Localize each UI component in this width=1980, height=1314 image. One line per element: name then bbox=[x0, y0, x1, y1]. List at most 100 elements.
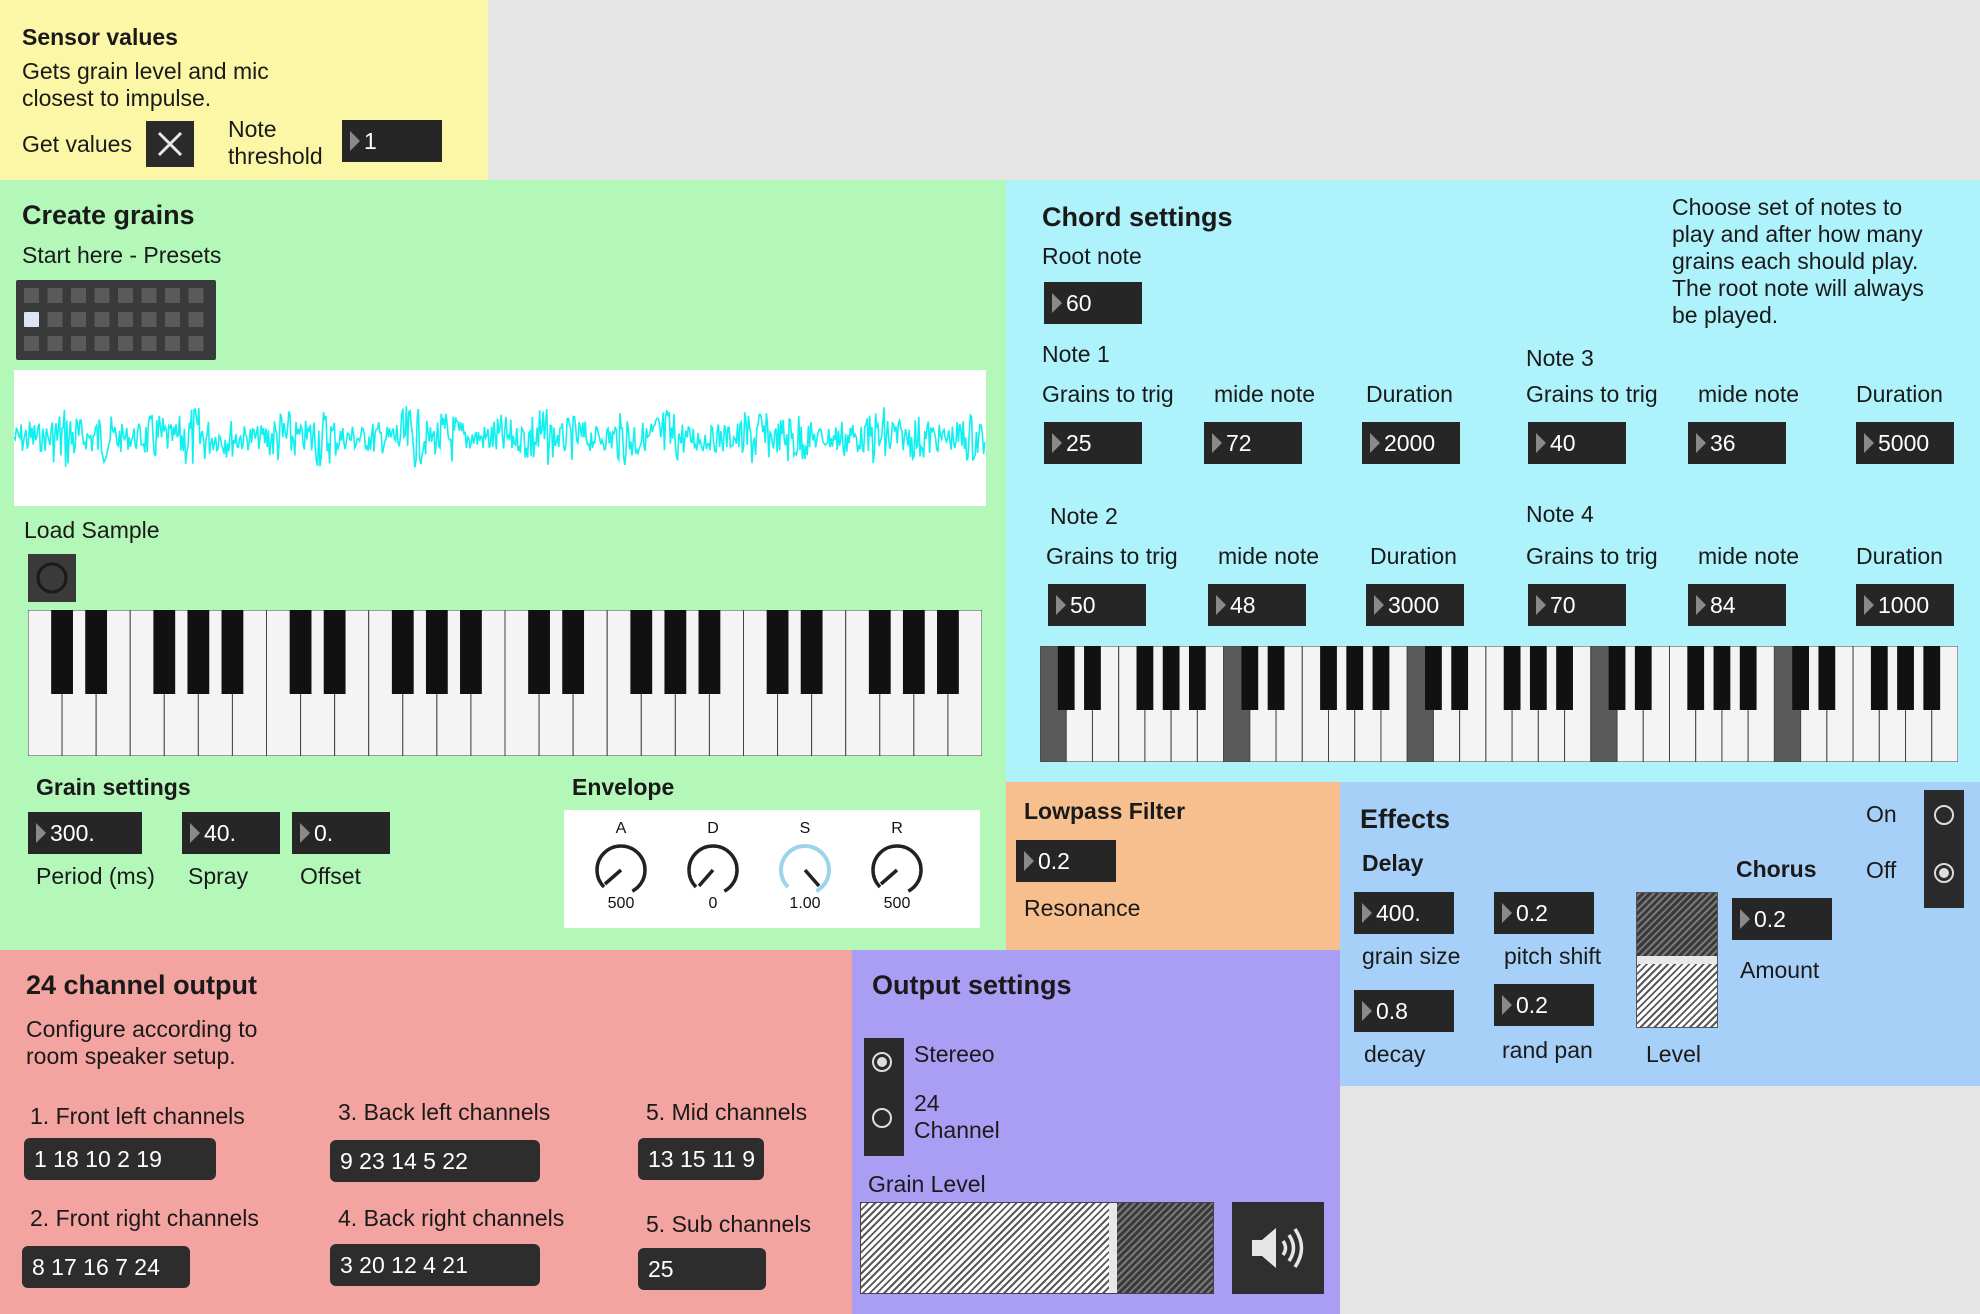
note1-duration-number[interactable]: 2000 bbox=[1362, 422, 1460, 464]
rand-pan-number[interactable]: 0.2 bbox=[1494, 984, 1594, 1026]
preset-slot[interactable] bbox=[118, 288, 133, 303]
black-key[interactable] bbox=[1425, 646, 1442, 710]
note3-midi-number[interactable]: 36 bbox=[1688, 422, 1786, 464]
preset-slot[interactable] bbox=[188, 336, 204, 351]
preset-slot[interactable] bbox=[71, 288, 86, 303]
back-left-message[interactable]: 9 23 14 5 22 bbox=[330, 1140, 540, 1182]
black-key[interactable] bbox=[766, 610, 789, 694]
black-key[interactable] bbox=[1057, 646, 1075, 710]
black-key[interactable] bbox=[902, 610, 925, 694]
black-key[interactable] bbox=[187, 610, 210, 694]
black-key[interactable] bbox=[221, 610, 244, 694]
grain-level-handle[interactable] bbox=[1109, 1203, 1117, 1293]
black-key[interactable] bbox=[800, 610, 823, 694]
black-key[interactable] bbox=[1634, 646, 1652, 710]
back-right-message[interactable]: 3 20 12 4 21 bbox=[330, 1244, 540, 1286]
black-key[interactable] bbox=[664, 610, 687, 694]
black-key[interactable] bbox=[1556, 646, 1573, 710]
preset-slot[interactable] bbox=[71, 312, 86, 327]
black-key[interactable] bbox=[1739, 646, 1757, 710]
preset-slot[interactable] bbox=[188, 288, 204, 303]
note2-midi-number[interactable]: 48 bbox=[1208, 584, 1306, 626]
note-threshold-number[interactable]: 1 bbox=[342, 120, 442, 162]
black-key[interactable] bbox=[391, 610, 414, 694]
black-key[interactable] bbox=[1084, 646, 1101, 710]
preset-slot[interactable] bbox=[47, 312, 63, 327]
black-key[interactable] bbox=[1503, 646, 1521, 710]
dac-speaker-button[interactable] bbox=[1232, 1202, 1324, 1294]
note4-grains-number[interactable]: 70 bbox=[1528, 584, 1626, 626]
preset-slot[interactable] bbox=[188, 312, 204, 327]
preset-slot[interactable] bbox=[118, 336, 133, 351]
preset-slot[interactable] bbox=[94, 288, 110, 303]
black-key[interactable] bbox=[1346, 646, 1364, 710]
waveform-display[interactable] bbox=[13, 370, 986, 506]
black-key[interactable] bbox=[1529, 646, 1547, 710]
black-key[interactable] bbox=[1241, 646, 1259, 710]
spray-number[interactable]: 40. bbox=[182, 812, 280, 854]
pitch-shift-number[interactable]: 0.2 bbox=[1494, 892, 1594, 934]
note4-duration-number[interactable]: 1000 bbox=[1856, 584, 1954, 626]
black-key[interactable] bbox=[460, 610, 482, 694]
load-sample-button[interactable] bbox=[28, 554, 76, 602]
black-key[interactable] bbox=[528, 610, 550, 694]
effects-on-radio[interactable] bbox=[1934, 805, 1954, 825]
preset-slot[interactable] bbox=[24, 336, 39, 351]
black-key[interactable] bbox=[51, 610, 73, 694]
black-key[interactable] bbox=[289, 610, 312, 694]
black-key[interactable] bbox=[630, 610, 653, 694]
black-key[interactable] bbox=[562, 610, 585, 694]
preset-slot[interactable] bbox=[165, 288, 180, 303]
black-key[interactable] bbox=[1320, 646, 1337, 710]
grain-level-slider[interactable] bbox=[860, 1202, 1214, 1294]
note1-midi-number[interactable]: 72 bbox=[1204, 422, 1302, 464]
preset-slot[interactable] bbox=[165, 312, 180, 327]
channel24-radio[interactable] bbox=[872, 1108, 892, 1128]
black-key[interactable] bbox=[1451, 646, 1469, 710]
black-key[interactable] bbox=[1818, 646, 1836, 710]
attack-dial[interactable] bbox=[593, 842, 649, 898]
black-key[interactable] bbox=[868, 610, 891, 694]
black-key[interactable] bbox=[1608, 646, 1626, 710]
chorus-amount-number[interactable]: 0.2 bbox=[1732, 898, 1832, 940]
decay-number[interactable]: 0.8 bbox=[1354, 990, 1454, 1032]
root-note-number[interactable]: 60 bbox=[1044, 282, 1142, 324]
note1-grains-number[interactable]: 25 bbox=[1044, 422, 1142, 464]
black-key[interactable] bbox=[1267, 646, 1285, 710]
preset-slot[interactable] bbox=[24, 288, 39, 303]
note2-grains-number[interactable]: 50 bbox=[1048, 584, 1146, 626]
preset-slot[interactable] bbox=[94, 336, 110, 351]
preset-slot[interactable] bbox=[94, 312, 110, 327]
level-slider[interactable] bbox=[1636, 892, 1718, 1028]
preset-slot[interactable] bbox=[141, 288, 157, 303]
sub-channels-message[interactable]: 25 bbox=[638, 1248, 766, 1290]
preset-slot[interactable] bbox=[47, 288, 63, 303]
preset-slot[interactable] bbox=[24, 312, 39, 327]
preset-slot[interactable] bbox=[118, 312, 133, 327]
period-number[interactable]: 300. bbox=[28, 812, 142, 854]
black-key[interactable] bbox=[1713, 646, 1731, 710]
preset-slot[interactable] bbox=[47, 336, 63, 351]
note3-duration-number[interactable]: 5000 bbox=[1856, 422, 1954, 464]
sustain-dial[interactable] bbox=[777, 842, 833, 898]
note4-midi-number[interactable]: 84 bbox=[1688, 584, 1786, 626]
preset-slot[interactable] bbox=[141, 312, 157, 327]
grain-size-number[interactable]: 400. bbox=[1354, 892, 1454, 934]
decay-dial[interactable] bbox=[685, 842, 741, 898]
preset-slot[interactable] bbox=[165, 336, 180, 351]
preset-slot[interactable] bbox=[141, 336, 157, 351]
black-key[interactable] bbox=[323, 610, 346, 694]
effects-radio-group[interactable] bbox=[1924, 790, 1964, 908]
black-key[interactable] bbox=[1136, 646, 1154, 710]
black-key[interactable] bbox=[1870, 646, 1888, 710]
black-key[interactable] bbox=[1372, 646, 1390, 710]
black-key[interactable] bbox=[153, 610, 176, 694]
black-key[interactable] bbox=[1923, 646, 1941, 710]
black-key[interactable] bbox=[1792, 646, 1810, 710]
black-key[interactable] bbox=[698, 610, 721, 694]
sample-keyboard[interactable] bbox=[27, 609, 983, 757]
black-key[interactable] bbox=[1897, 646, 1914, 710]
front-left-message[interactable]: 1 18 10 2 19 bbox=[24, 1138, 216, 1180]
preset-slot[interactable] bbox=[71, 336, 86, 351]
output-mode-radio-group[interactable] bbox=[864, 1038, 904, 1156]
